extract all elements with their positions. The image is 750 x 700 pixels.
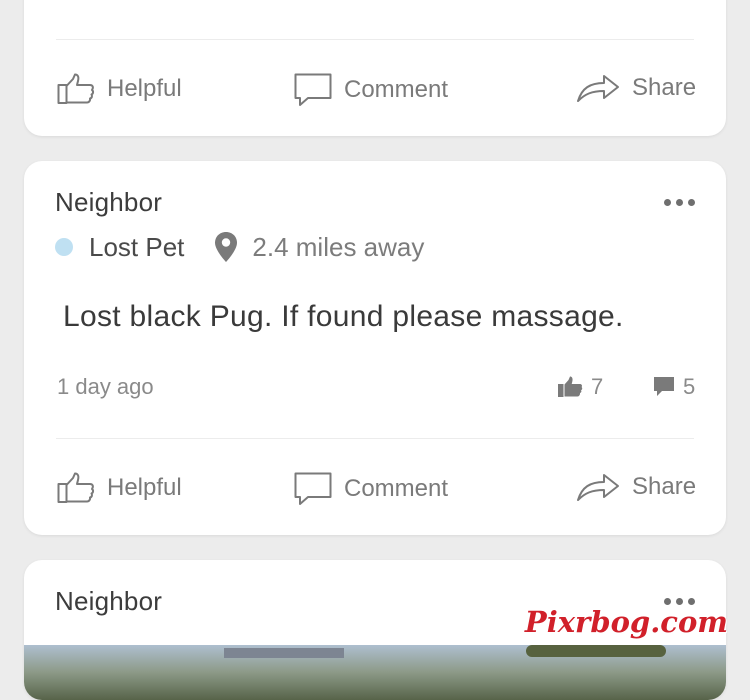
comment-button[interactable]: Comment [294,73,448,107]
feed-card-previous: Helpful Comment Share [24,0,726,136]
share-button[interactable]: Share [576,472,696,502]
share-label: Share [632,74,697,101]
comment-count[interactable]: 5 [653,374,695,400]
photo-tree [526,645,666,657]
post-photo[interactable] [24,645,726,700]
post-body: Lost black Pug. If found please massage. [63,300,624,333]
post-timestamp: 1 day ago [57,374,154,399]
share-arrow-icon [577,474,619,501]
watermark: Pixrbog.com [524,605,728,639]
share-button[interactable]: Share [576,73,696,103]
share-arrow-icon [577,75,619,102]
comment-label: Comment [344,76,449,103]
post-stats: 1 day ago 7 5 [57,374,698,404]
feed-card-post[interactable]: Neighbor Lost Pet 2.4 miles away Lost bl… [24,161,726,535]
post-author: Neighbor [55,187,163,217]
helpful-count-value: 7 [591,374,604,399]
more-options-button[interactable] [664,199,695,206]
comment-filled-icon [654,377,674,396]
post-distance: 2.4 miles away [252,231,425,262]
comment-outline-icon [294,472,332,505]
comment-outline-icon [294,73,332,106]
post-meta: Lost Pet 2.4 miles away [55,231,424,263]
card-divider [56,438,694,439]
helpful-label: Helpful [107,75,182,102]
post-category: Lost Pet [89,231,185,262]
helpful-button[interactable]: Helpful [57,472,182,504]
thumbs-up-outline-icon [57,472,95,503]
comment-label: Comment [344,475,449,502]
helpful-button[interactable]: Helpful [57,73,182,105]
more-dots-icon [664,598,671,605]
post-author: Neighbor [55,586,163,616]
more-options-button[interactable] [664,598,695,605]
card-divider [56,39,694,40]
more-dots-icon [664,199,671,206]
helpful-count[interactable]: 7 [557,374,603,400]
thumbs-up-filled-icon [558,376,583,397]
comment-count-value: 5 [683,374,696,399]
share-label: Share [632,473,697,500]
comment-button[interactable]: Comment [294,472,448,506]
category-dot-icon [55,238,73,256]
thumbs-up-outline-icon [57,73,95,104]
location-pin-icon [215,232,238,262]
helpful-label: Helpful [107,474,182,501]
